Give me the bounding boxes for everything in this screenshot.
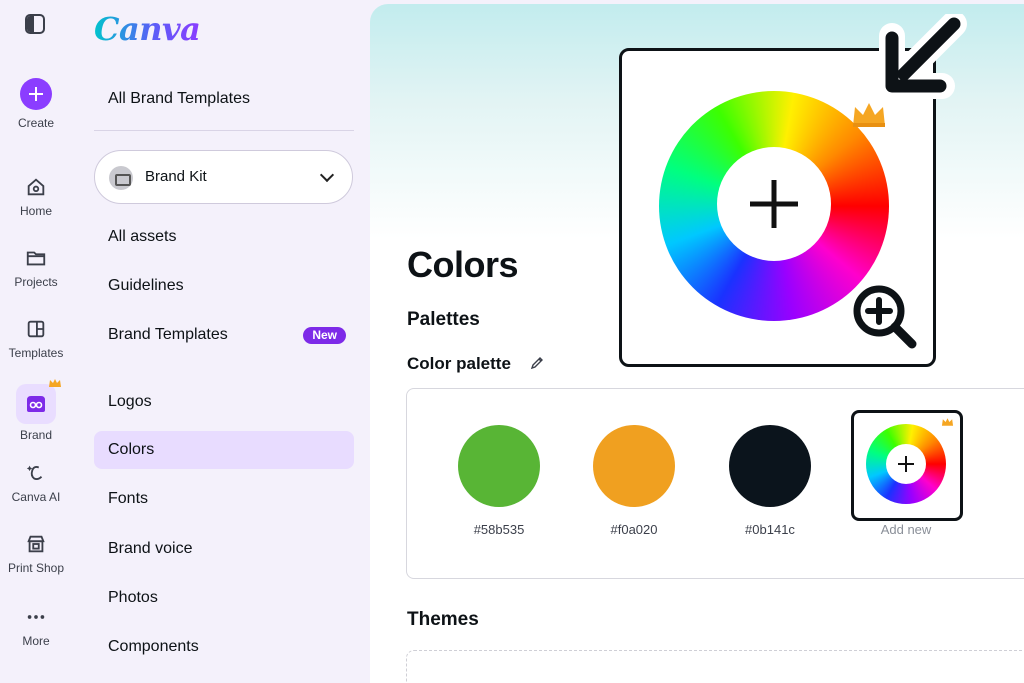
rail-item-label: Print Shop (7, 561, 65, 575)
sidebar-item-guidelines[interactable]: Guidelines (94, 267, 354, 305)
home-icon (27, 178, 45, 196)
rail-item-projects[interactable]: Projects (0, 247, 72, 289)
icon-rail: Create Home Projects Templates Brand Can… (0, 0, 72, 683)
rail-item-label: Create (17, 116, 55, 130)
new-badge: New (303, 327, 346, 344)
rail-item-templates[interactable]: Templates (0, 318, 72, 360)
page-title: Colors (407, 244, 519, 285)
chevron-down-icon (319, 167, 335, 183)
rail-item-label: Home (19, 204, 52, 218)
plus-icon (717, 147, 831, 261)
rail-item-create[interactable]: Create (0, 78, 72, 130)
sidebar-item-brand-voice[interactable]: Brand voice (94, 530, 354, 568)
brand-kit-dropdown[interactable]: Brand Kit (94, 150, 353, 204)
sidebar-item-photos[interactable]: Photos (94, 579, 354, 617)
pencil-icon[interactable] (530, 356, 544, 370)
sidebar-item-fonts[interactable]: Fonts (94, 480, 354, 518)
themes-card (406, 650, 1024, 683)
add-new-color-button[interactable] (851, 410, 963, 521)
swatch-hex-label: #58b535 (473, 522, 525, 537)
rail-item-label: More (22, 634, 50, 648)
plus-icon (886, 444, 926, 484)
canva-logo[interactable]: Canva (94, 10, 201, 48)
folder-icon (26, 251, 46, 266)
print-shop-icon (27, 535, 45, 553)
pointer-arrow-icon (879, 14, 967, 99)
color-palette-card: #58b535 #f0a020 #0b141c Add new (406, 388, 1024, 579)
sidebar-item-colors[interactable]: Colors (94, 431, 354, 469)
rail-item-more[interactable]: More (0, 606, 72, 648)
sidebar-item-logos[interactable]: Logos (94, 383, 354, 421)
rail-item-label: Projects (14, 275, 58, 289)
swatch-hex-label: #0b141c (745, 522, 795, 537)
rail-item-canva-ai[interactable]: Canva AI (0, 462, 72, 504)
color-swatch[interactable] (458, 425, 540, 507)
themes-heading: Themes (407, 609, 479, 630)
rail-item-label: Templates (8, 346, 64, 360)
rail-item-print-shop[interactable]: Print Shop (0, 533, 72, 575)
crown-icon (49, 379, 61, 387)
sidebar-toggle-icon[interactable] (25, 14, 45, 34)
color-wheel-icon (866, 424, 946, 504)
canva-ai-icon (26, 465, 43, 481)
brand-kit-avatar-icon (109, 166, 133, 190)
rail-item-label: Brand (19, 428, 53, 442)
sidebar-item-brand-templates[interactable]: Brand Templates New (94, 316, 354, 354)
add-new-label: Add new (880, 522, 932, 537)
sidebar-item-all-assets[interactable]: All assets (94, 218, 354, 256)
brand-kit-label: Brand Kit (145, 168, 207, 185)
brand-sidebar: Canva All Brand Templates Brand Kit All … (72, 0, 370, 683)
sidebar-item-all-brand-templates[interactable]: All Brand Templates (94, 80, 354, 118)
sidebar-item-components[interactable]: Components (94, 628, 354, 666)
color-swatch[interactable] (593, 425, 675, 507)
zoom-in-icon (851, 283, 921, 353)
crown-icon (853, 103, 885, 127)
color-swatch[interactable] (729, 425, 811, 507)
brand-kit-icon (27, 396, 45, 412)
plus-icon[interactable] (20, 78, 52, 110)
rail-item-brand[interactable]: Brand (0, 379, 72, 442)
crown-icon (941, 418, 954, 426)
brand-icon (16, 379, 61, 424)
more-icon (27, 615, 45, 619)
divider (94, 130, 354, 131)
rail-item-home[interactable]: Home (0, 176, 72, 218)
templates-icon (27, 320, 45, 338)
swatch-hex-label: #f0a020 (610, 522, 658, 537)
palettes-heading: Palettes (407, 309, 480, 330)
rail-item-label: Canva AI (11, 490, 61, 504)
color-palette-heading: Color palette (407, 354, 511, 373)
sidebar-item-label: Brand Templates (108, 326, 228, 343)
